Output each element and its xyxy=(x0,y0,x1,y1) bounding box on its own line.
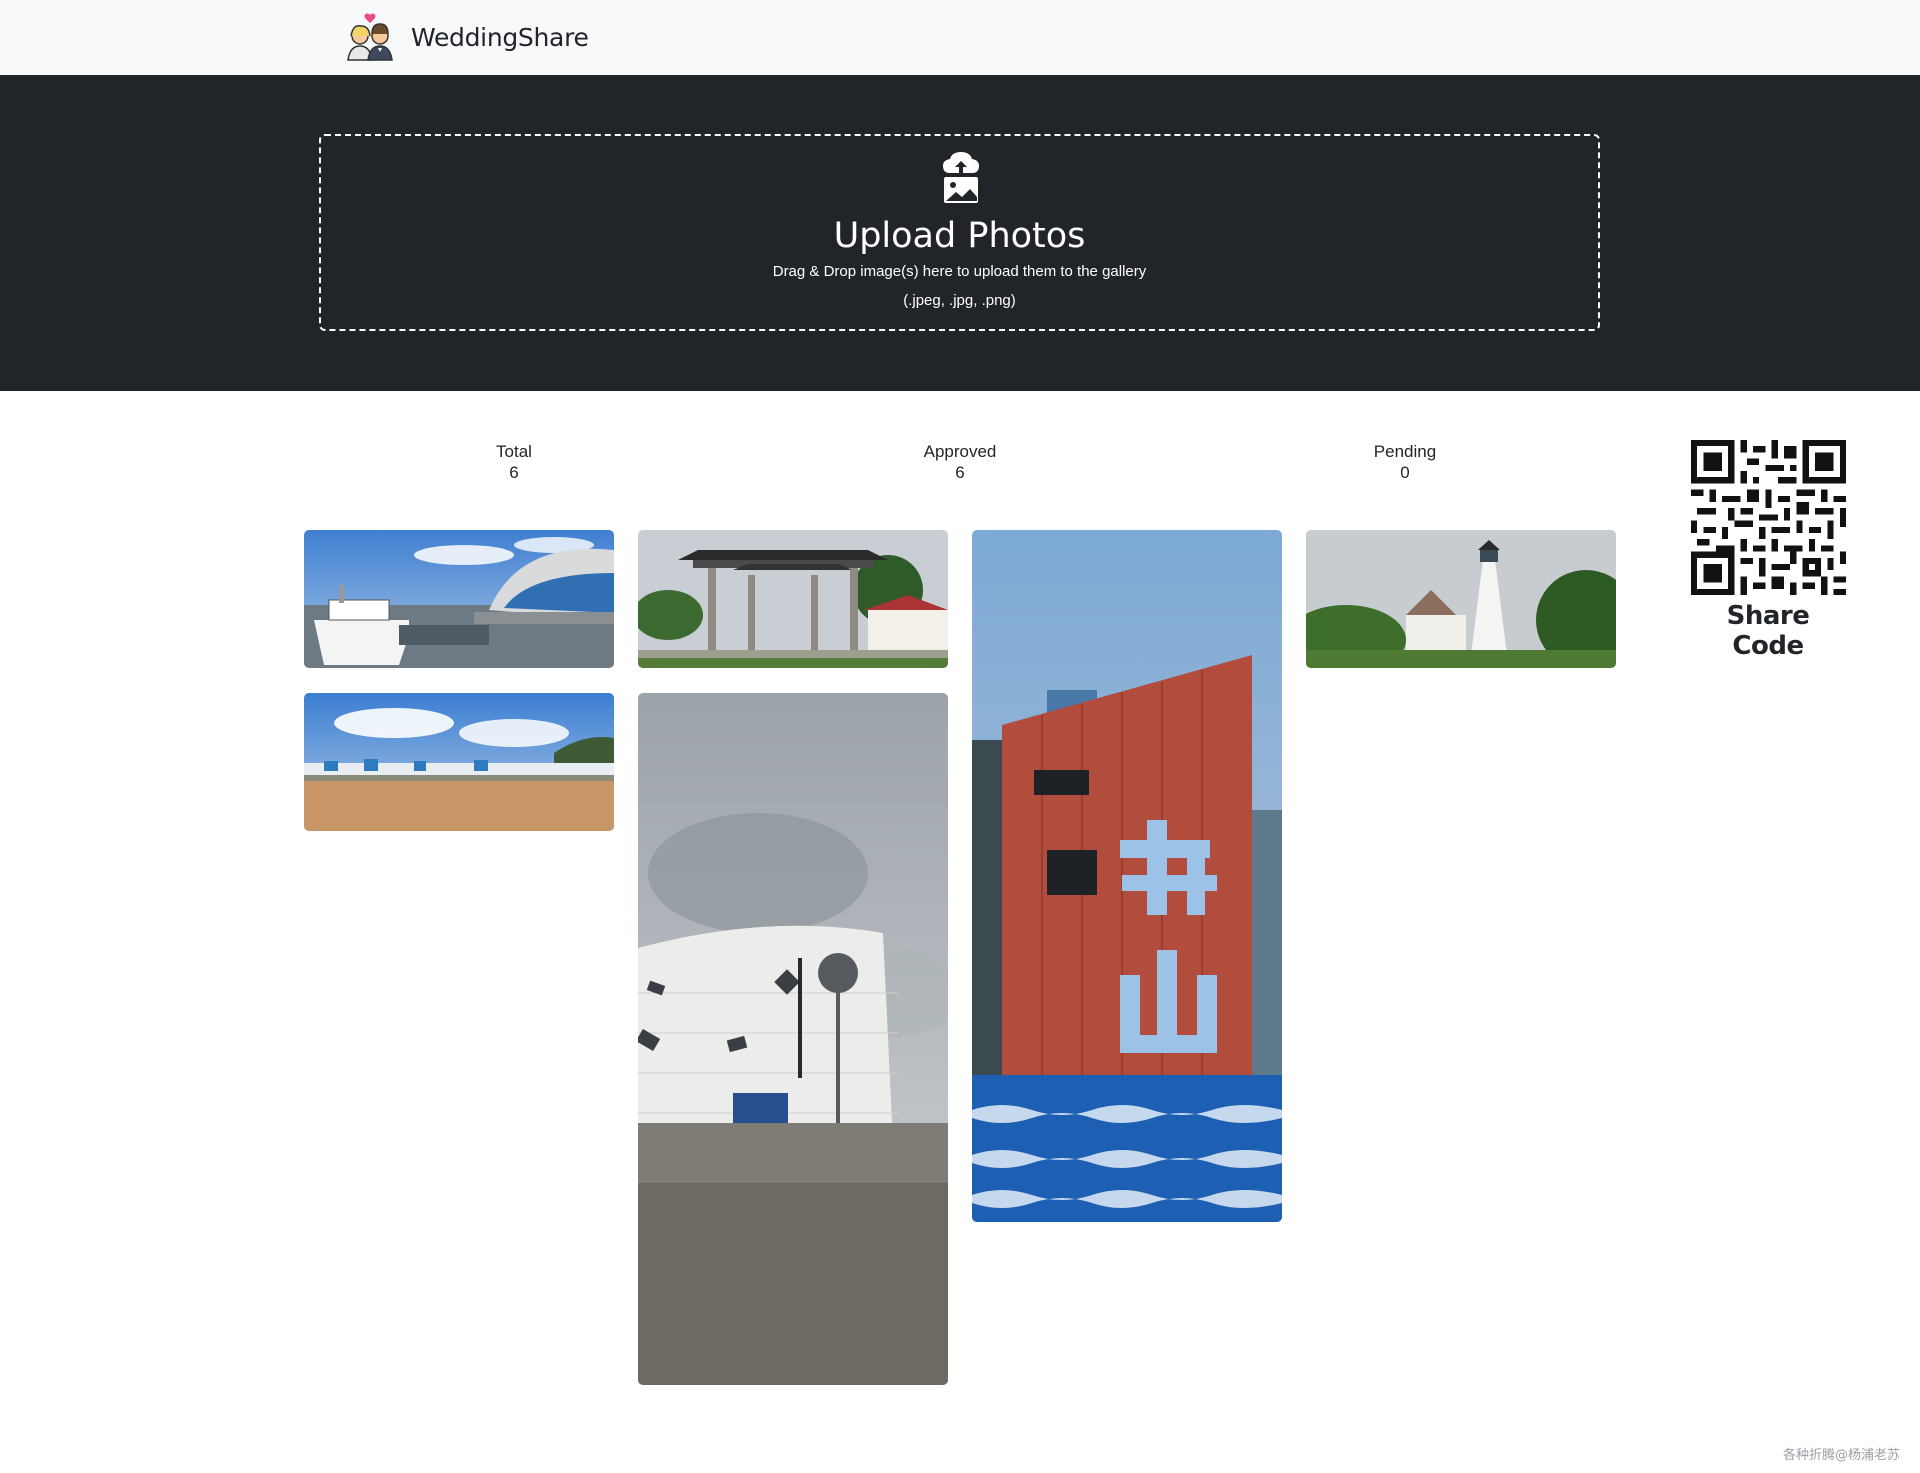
stat-pending-value: 0 xyxy=(1400,463,1410,482)
brand-link[interactable]: WeddingShare xyxy=(345,12,589,62)
photo-red-tower xyxy=(972,530,1282,1222)
upload-hint: Drag & Drop image(s) here to upload them… xyxy=(772,263,1147,280)
photo-lighthouse xyxy=(1306,530,1616,668)
gallery-photo[interactable] xyxy=(304,530,614,668)
stat-approved-value: 6 xyxy=(955,463,965,482)
navbar: WeddingShare xyxy=(0,0,1920,75)
gallery-photo[interactable] xyxy=(1306,530,1616,668)
stat-pending: Pending 0 xyxy=(1305,441,1505,483)
share-code-title: Share Code xyxy=(1726,601,1810,661)
gallery-photo[interactable] xyxy=(972,530,1282,1222)
stat-approved-label: Approved xyxy=(923,442,997,461)
upload-dropzone[interactable]: Upload Photos Drag & Drop image(s) here … xyxy=(319,134,1600,331)
stat-total-label: Total xyxy=(496,442,532,461)
watermark: 各种折腾@杨浦老苏 xyxy=(1782,1448,1900,1463)
gallery-photo[interactable] xyxy=(304,693,614,831)
qr-code-icon[interactable] xyxy=(1690,440,1846,595)
photo-beach-town xyxy=(304,693,614,831)
gallery-photo[interactable] xyxy=(638,530,948,668)
stat-approved: Approved 6 xyxy=(860,441,1060,483)
upload-section: Upload Photos Drag & Drop image(s) here … xyxy=(0,75,1920,391)
stat-pending-label: Pending xyxy=(1373,442,1437,461)
upload-image-icon xyxy=(943,152,979,203)
upload-file-types: (.jpeg, .jpg, .png) xyxy=(903,292,1016,309)
wedding-couple-icon xyxy=(347,13,393,61)
stat-total-value: 6 xyxy=(509,463,519,482)
upload-title: Upload Photos xyxy=(833,216,1086,256)
photo-ferry-terminal xyxy=(304,530,614,668)
stat-total: Total 6 xyxy=(414,441,614,483)
gallery-photo[interactable] xyxy=(638,693,948,1385)
brand-name: WeddingShare xyxy=(411,22,589,52)
photo-paifang-gate xyxy=(638,530,948,668)
share-code-panel: Share Code xyxy=(1688,440,1848,661)
photo-typhoon-museum xyxy=(638,693,948,1385)
